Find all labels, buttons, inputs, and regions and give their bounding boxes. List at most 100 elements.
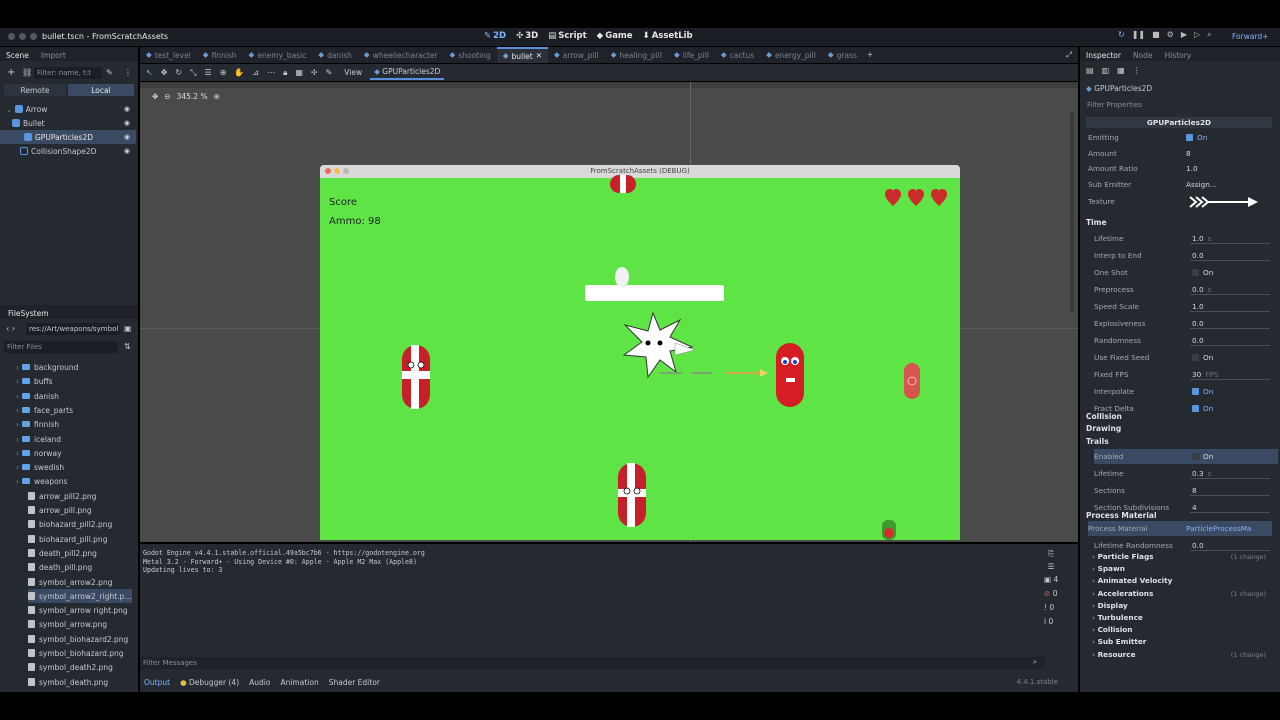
game-window[interactable]: FromScratchAssets (DEBUG) Score Ammo: 98 [320,165,960,540]
prop-speed-scale[interactable]: Speed Scale 1.0 [1094,299,1278,314]
add-node-icon[interactable]: + [7,68,15,78]
prop-lifetime[interactable]: Lifetime 1.0 s [1094,231,1278,246]
folder-item[interactable]: › weapons [16,474,132,488]
subsection-turbulence[interactable]: › Turbulence [1092,613,1143,622]
lock-icon[interactable]: 🔒︎ [283,68,287,77]
filter-properties-input[interactable]: Filter Properties [1084,99,1260,111]
scene-tab-enemy-basic[interactable]: ◆ enemy_basic [243,47,313,63]
prop-explosiveness[interactable]: Explosiveness 0.0 [1094,316,1278,331]
filesystem-filter-input[interactable]: Filter Files [4,341,118,353]
folder-item[interactable]: › buffs [16,374,132,388]
window-controls[interactable] [8,33,41,42]
main-screen-script[interactable]: ▤ Script [548,31,586,41]
prop-one-shot[interactable]: One Shot On [1094,265,1278,280]
section-process-material[interactable]: Process Material [1086,511,1157,520]
visibility-icon[interactable]: ◉ [124,147,130,155]
zoom-out-icon[interactable]: ⊖ [164,93,170,101]
tab-node[interactable]: Node [1133,51,1153,60]
value-slider[interactable] [1190,511,1270,513]
prop-emitting[interactable]: Emitting On [1088,130,1272,145]
scene-tab-test-level[interactable]: ◆ test_level [140,47,197,63]
add-tab-icon[interactable]: + [867,51,873,59]
main-screen-3d[interactable]: ✣ 3D [516,31,538,41]
prop-amount[interactable]: Amount 8 [1088,146,1272,161]
scene-filter-input[interactable]: Filter: name, t:t [34,67,102,79]
snap-icon[interactable]: ⋯ [267,68,275,77]
local-toggle[interactable]: Local [68,84,134,96]
subsection-particle-flags[interactable]: › Particle Flags [1092,552,1154,561]
texture-preview[interactable] [1188,196,1268,208]
file-item[interactable]: death_pill.png [28,560,132,574]
new-resource-icon[interactable]: ▤ [1086,67,1094,75]
scale-tool-icon[interactable]: ⤡ [190,68,196,77]
ruler-tool-icon[interactable]: ⊿ [252,68,259,77]
checkbox[interactable] [1192,452,1199,460]
visibility-icon[interactable]: ◉ [124,119,130,127]
zoom-level[interactable]: 345.2 % [177,92,208,101]
clear-icon[interactable]: ⎘ [1044,550,1058,558]
distraction-free-icon[interactable]: ⤢ [1066,51,1072,59]
value-slider[interactable] [1190,294,1270,295]
list-select-icon[interactable]: ☰ [205,68,212,77]
more-icon[interactable]: ⋮ [1133,67,1141,75]
value-slider[interactable] [1190,311,1270,312]
link-icon[interactable]: ⛓ [22,69,32,77]
viewport-scrollbar[interactable] [1070,112,1074,312]
value-slider[interactable] [1190,549,1270,551]
prop-sub-emitter[interactable]: Sub Emitter Assign... [1088,177,1272,192]
remote-toggle[interactable]: Remote [4,84,66,96]
checkbox[interactable] [1192,405,1199,412]
file-item[interactable]: symbol_arrow.png [28,617,132,631]
folder-item[interactable]: › swedish [16,460,132,474]
file-item[interactable]: symbol_biohazard.png [28,646,132,660]
section-drawing[interactable]: Drawing [1086,424,1121,433]
script-attach-icon[interactable]: ✎ [106,69,113,77]
filesystem-path[interactable]: res://Art/weapons/symbol [26,323,120,335]
section-trails[interactable]: Trails [1086,437,1109,446]
checkbox[interactable] [1192,388,1199,395]
tab-debugger[interactable]: ● Debugger (4) [180,678,239,687]
file-item[interactable]: symbol_death.png [28,675,132,689]
renderer-select[interactable]: Forward+ [1232,32,1268,41]
scene-tab-healing-pill[interactable]: ◆ healing_pill [605,47,668,63]
close-tab-icon[interactable]: ✕ [536,52,542,60]
prop-preprocess[interactable]: Preprocess 0.0 s [1094,282,1278,297]
main-screen-game[interactable]: ◆ Game [597,31,633,41]
scene-tab-danish[interactable]: ◆ danish [312,47,358,63]
view-menu[interactable]: View [344,68,362,77]
subsection-spawn[interactable]: › Spawn [1092,564,1125,573]
file-item[interactable]: arrow_pill.png [28,503,132,517]
bone-icon[interactable]: ✢ [311,68,318,77]
warning-count[interactable]: ! 0 [1044,603,1058,612]
toggle-icon[interactable]: ☰ [1044,562,1058,571]
menu-icon[interactable]: ⋮ [124,69,132,77]
main-screen-assetlib[interactable]: ⬇ AssetLib [643,31,693,41]
folder-item[interactable]: › finnish [16,417,132,431]
tab-output[interactable]: Output [144,678,170,687]
file-item[interactable]: symbol_arrow right.png [28,603,132,617]
tab-import[interactable]: Import [41,51,66,60]
inspector-object[interactable]: ◆ GPUParticles2D [1086,84,1152,93]
file-item[interactable]: symbol_arrow2_right.p... [28,588,132,603]
tab-inspector[interactable]: Inspector [1086,51,1121,60]
pan-icon[interactable]: ✥ [152,93,158,101]
subsection-sub-emitter[interactable]: › Sub Emitter [1092,637,1146,646]
group-icon[interactable]: ▦ [295,68,303,77]
node-toolbar-label[interactable]: ◆ GPUParticles2D [370,65,445,80]
info-count[interactable]: i 0 [1044,617,1058,626]
value-slider[interactable] [1190,260,1270,261]
value-slider[interactable] [1190,494,1270,496]
subsection-accelerations[interactable]: › Accelerations [1092,589,1153,598]
stop-icon[interactable]: ■ [1152,31,1160,39]
file-item[interactable]: arrow_pill2.png [28,489,132,503]
file-item[interactable]: biohazard_pill.png [28,532,132,546]
move-tool-icon[interactable]: ✥ [161,68,168,77]
split-view-icon[interactable]: ▣ [124,325,132,333]
prop-randomness[interactable]: Randomness 0.0 [1094,333,1278,348]
scene-tab-grass[interactable]: ◆ grass [822,47,863,63]
file-item[interactable]: symbol_arrow2.png [28,575,132,589]
prop-fixed-fps[interactable]: Fixed FPS 30 FPS [1094,367,1278,382]
pivot-tool-icon[interactable]: ⊕ [220,68,227,77]
tree-node-collisionshape2d[interactable]: CollisionShape2D ◉ [0,144,136,158]
tree-node-gpuparticles2d[interactable]: GPUParticles2D ◉ [0,130,136,144]
